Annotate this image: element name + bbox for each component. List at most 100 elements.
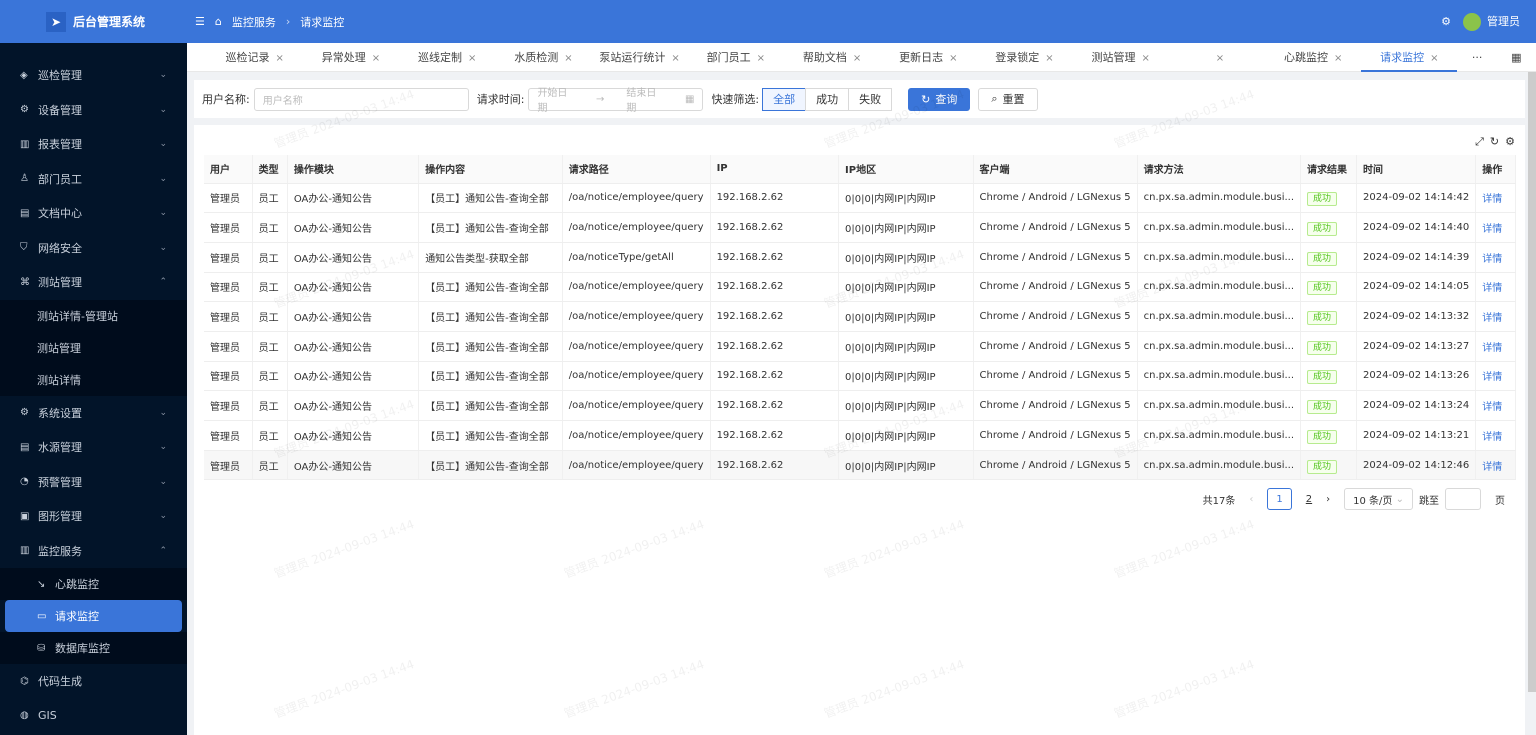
sidebar-item[interactable]: ⌬ 代码生成 bbox=[0, 664, 187, 699]
close-icon[interactable]: × bbox=[949, 53, 957, 64]
sidebar-item-partial[interactable] bbox=[0, 43, 187, 58]
sidebar-item[interactable]: ◔ 预警管理 ⌄ bbox=[0, 465, 187, 500]
detail-link[interactable]: 详情 bbox=[1482, 194, 1502, 205]
next-page-icon[interactable]: › bbox=[1326, 494, 1330, 505]
column-header[interactable]: 请求方法 bbox=[1137, 155, 1302, 184]
page-1[interactable]: 1 bbox=[1267, 488, 1292, 510]
column-header[interactable]: 请求路径 bbox=[562, 155, 711, 184]
sidebar-subitem[interactable]: ↘ 心跳监控 bbox=[0, 568, 187, 600]
jump-input[interactable] bbox=[1445, 488, 1481, 510]
close-icon[interactable]: × bbox=[671, 53, 679, 64]
sidebar-subitem[interactable]: 测站详情 bbox=[0, 363, 187, 396]
sidebar-item[interactable]: ⚙ 系统设置 ⌄ bbox=[0, 396, 187, 431]
tab-item[interactable]: 测站管理 × bbox=[1073, 43, 1169, 72]
settings-icon[interactable]: ⚙ bbox=[1441, 15, 1451, 28]
table-cell: cn.px.sa.admin.module.busi... bbox=[1137, 331, 1302, 362]
close-icon[interactable]: × bbox=[564, 53, 572, 64]
tab-item[interactable]: 水质检测 × bbox=[495, 43, 591, 72]
column-header[interactable]: 客户端 bbox=[973, 155, 1138, 184]
user-name-input[interactable]: 用户名称 bbox=[253, 87, 469, 111]
detail-link[interactable]: 详情 bbox=[1482, 224, 1502, 235]
query-button[interactable]: ↻ 查询 bbox=[908, 87, 971, 111]
page-2[interactable]: 2 bbox=[1306, 494, 1312, 505]
column-settings-icon[interactable]: ⚙ bbox=[1505, 135, 1515, 149]
close-icon[interactable]: × bbox=[1142, 53, 1150, 64]
table-row: 管理员 员工 OA办公-通知公告 【员工】通知公告-查询全部/oa/notice/em… bbox=[204, 183, 1516, 214]
sidebar-item[interactable]: ⌘ 测站管理 ⌃ bbox=[0, 265, 187, 300]
sidebar-item[interactable]: ⛉ 网络安全 ⌄ bbox=[0, 231, 187, 266]
close-icon[interactable]: × bbox=[1216, 53, 1224, 64]
grid-icon[interactable]: ▦ bbox=[1497, 43, 1536, 72]
home-icon[interactable]: ⌂ bbox=[215, 15, 222, 28]
close-icon[interactable]: × bbox=[468, 53, 476, 64]
column-header[interactable]: 类型 bbox=[252, 155, 288, 184]
column-header[interactable]: 操作内容 bbox=[418, 155, 563, 184]
column-header[interactable]: 请求结果 bbox=[1300, 155, 1358, 184]
close-icon[interactable]: × bbox=[853, 53, 861, 64]
detail-link[interactable]: 详情 bbox=[1482, 283, 1502, 294]
filter-success[interactable]: 成功 bbox=[805, 87, 850, 111]
reset-button[interactable]: ⌕ 重置 bbox=[978, 87, 1038, 111]
sidebar-item[interactable]: ◈ 巡检管理 ⌄ bbox=[0, 58, 187, 93]
sidebar-item[interactable]: ◍ GIS bbox=[0, 699, 187, 734]
detail-link[interactable]: 详情 bbox=[1482, 432, 1502, 443]
detail-link[interactable]: 详情 bbox=[1482, 462, 1502, 473]
prev-page-icon[interactable]: ‹ bbox=[1249, 494, 1253, 505]
user-menu[interactable]: 管理员 bbox=[1463, 12, 1520, 31]
placeholder: 用户名称 bbox=[262, 95, 303, 107]
tab-item[interactable]: 更新日志 × bbox=[880, 43, 976, 72]
tab-item[interactable]: 部门员工 × bbox=[688, 43, 784, 72]
close-icon[interactable]: × bbox=[1045, 53, 1053, 64]
detail-link[interactable]: 详情 bbox=[1482, 372, 1502, 383]
column-header[interactable]: 操作 bbox=[1475, 155, 1516, 184]
sidebar-subitem[interactable]: 测站详情-管理站 bbox=[0, 299, 187, 332]
sidebar-subitem[interactable]: 测站管理 bbox=[0, 331, 187, 364]
filter-fail[interactable]: 失败 bbox=[848, 87, 893, 111]
tab-item[interactable]: 泵站运行统计 × bbox=[592, 43, 688, 72]
column-header[interactable]: IP地区 bbox=[838, 155, 974, 184]
date-range-input[interactable]: 开始日期 → 结束日期 ▦ bbox=[528, 87, 704, 114]
column-header[interactable]: 时间 bbox=[1356, 155, 1477, 184]
sidebar-item[interactable]: ▥ 报表管理 ⌄ bbox=[0, 127, 187, 162]
table-cell: Chrome / Android / LGNexus 5 bbox=[973, 361, 1138, 392]
tab-item[interactable]: 异常处理 × bbox=[303, 43, 399, 72]
tab-item[interactable]: 巡检记录 × bbox=[207, 43, 303, 72]
close-icon[interactable]: × bbox=[372, 53, 380, 64]
tab-item[interactable]: × bbox=[1169, 43, 1265, 72]
column-header[interactable]: IP bbox=[710, 155, 840, 184]
menu-toggle-icon[interactable]: ☰ bbox=[195, 15, 205, 28]
detail-link[interactable]: 详情 bbox=[1482, 343, 1502, 354]
sidebar-item[interactable]: ▤ 水源管理 ⌄ bbox=[0, 430, 187, 465]
sidebar-item[interactable]: ⚙ 设备管理 ⌄ bbox=[0, 93, 187, 128]
tab-item[interactable]: 登录锁定 × bbox=[976, 43, 1072, 72]
table-cell: 通知公告类型-获取全部 bbox=[418, 242, 563, 273]
more-tabs-icon[interactable]: ··· bbox=[1457, 43, 1496, 72]
sidebar-subitem[interactable]: ▭ 请求监控 bbox=[5, 600, 182, 632]
tab-item[interactable]: 巡线定制 × bbox=[399, 43, 495, 72]
tab-label: 帮助文档 bbox=[802, 50, 847, 64]
sidebar-item[interactable]: ♙ 部门员工 ⌄ bbox=[0, 162, 187, 197]
page-scrollbar[interactable] bbox=[1528, 72, 1536, 692]
column-header[interactable]: 用户 bbox=[204, 155, 253, 184]
close-icon[interactable]: × bbox=[757, 53, 765, 64]
tab-item[interactable]: 心跳监控 × bbox=[1265, 43, 1361, 72]
close-icon[interactable]: × bbox=[1334, 53, 1342, 64]
sidebar-subitem[interactable]: ⛁ 数据库监控 bbox=[0, 632, 187, 664]
close-icon[interactable]: × bbox=[276, 53, 284, 64]
tab-item[interactable]: 帮助文档 × bbox=[784, 43, 880, 72]
reload-icon[interactable]: ↻ bbox=[1490, 135, 1499, 149]
filter-all[interactable]: 全部 bbox=[762, 87, 807, 111]
fullscreen-icon[interactable]: ⤢ bbox=[1475, 135, 1484, 149]
column-header[interactable]: 操作模块 bbox=[287, 155, 420, 184]
sidebar-item[interactable]: ▣ 图形管理 ⌄ bbox=[0, 499, 187, 534]
close-icon[interactable]: × bbox=[1430, 53, 1438, 64]
page-size-select[interactable]: 10 条/页 ⌄ bbox=[1344, 488, 1413, 510]
chart-icon: ▥ bbox=[20, 138, 30, 150]
detail-link[interactable]: 详情 bbox=[1482, 313, 1502, 324]
sidebar-item[interactable]: ▥ 监控服务 ⌃ bbox=[0, 534, 187, 569]
breadcrumb-item[interactable]: 监控服务 bbox=[232, 14, 276, 30]
detail-link[interactable]: 详情 bbox=[1482, 402, 1502, 413]
sidebar-item[interactable]: ▤ 文档中心 ⌄ bbox=[0, 196, 187, 231]
detail-link[interactable]: 详情 bbox=[1482, 254, 1502, 265]
tab-item[interactable]: 请求监控 × bbox=[1361, 43, 1458, 72]
